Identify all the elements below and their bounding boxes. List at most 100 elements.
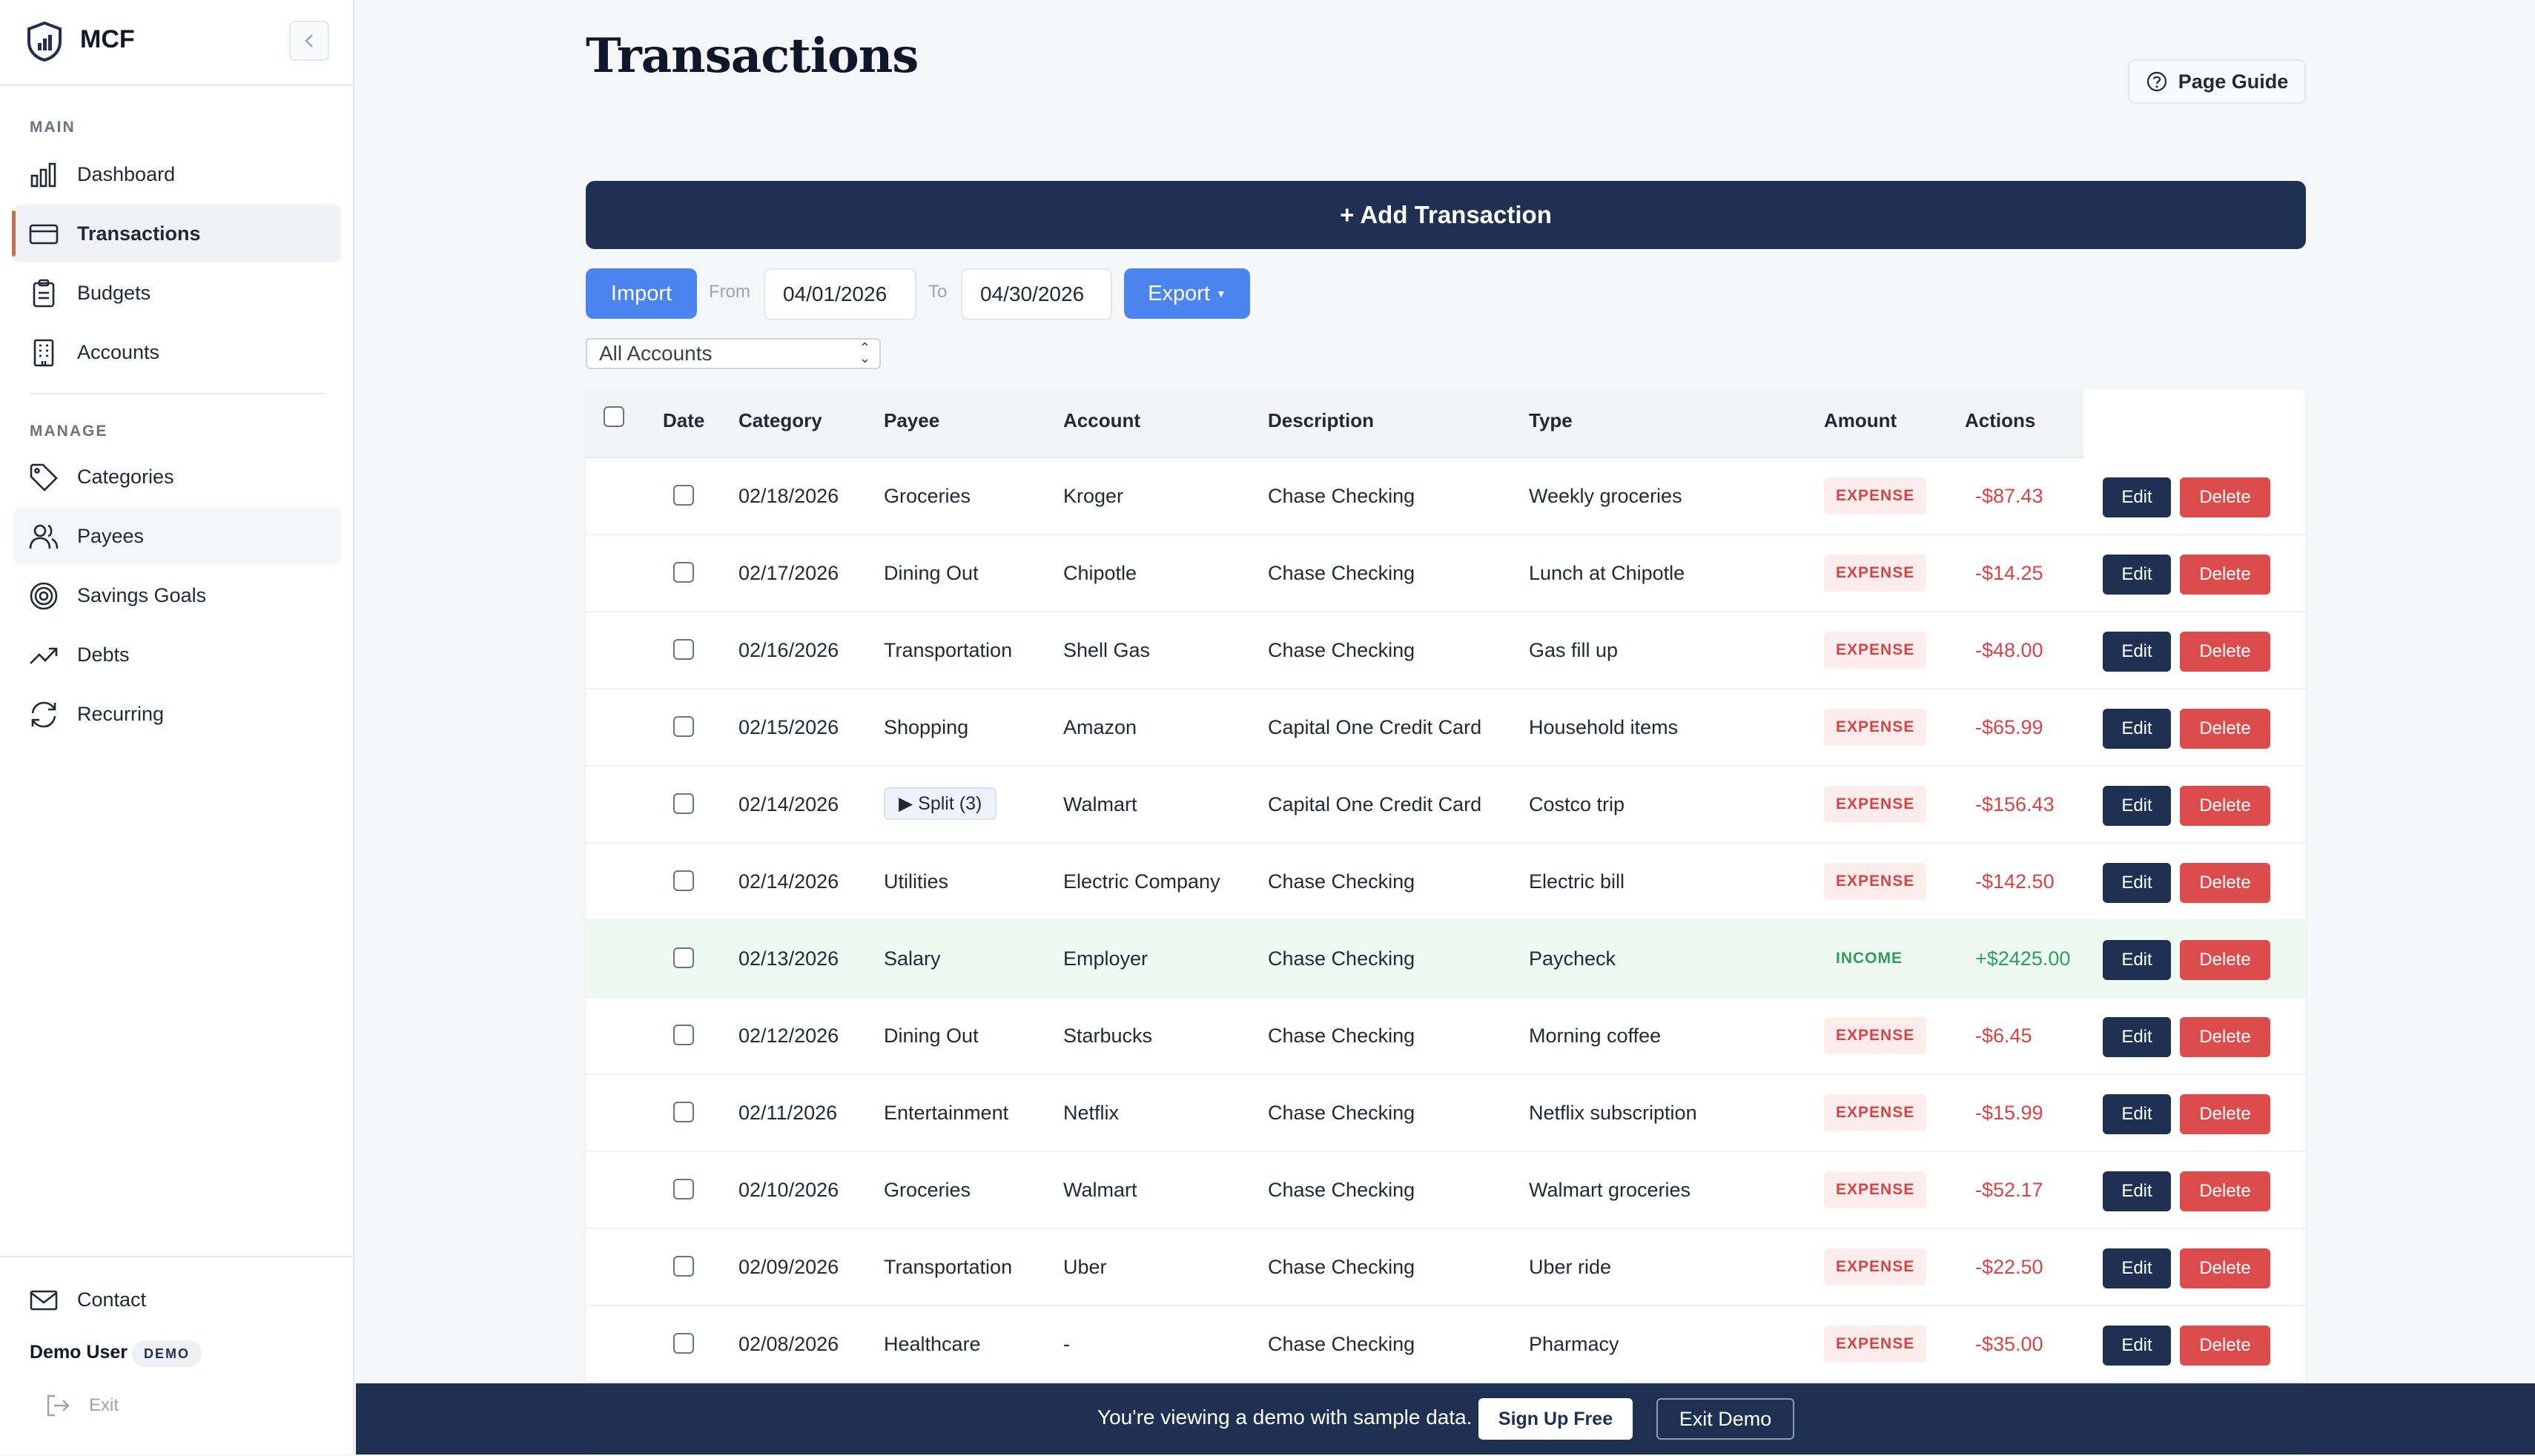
delete-button[interactable]: Delete — [2180, 1017, 2270, 1057]
table-row: 02/14/2026 Utilities Electric Company Chase… — [586, 844, 2306, 921]
row-checkbox[interactable] — [673, 1256, 694, 1277]
row-checkbox[interactable] — [673, 1025, 694, 1045]
from-date-input[interactable]: 04/01/2026 — [764, 268, 916, 320]
cell-date: 02/13/2026 — [738, 947, 839, 970]
cell-category: Healthcare — [884, 1333, 981, 1355]
exit-demo-button[interactable]: Exit Demo — [1656, 1398, 1794, 1440]
sidebar-item-transactions[interactable]: Transactions — [12, 205, 341, 262]
chevron-left-icon — [305, 34, 313, 47]
edit-button[interactable]: Edit — [2103, 786, 2171, 826]
page-guide-button[interactable]: Page Guide — [2128, 59, 2306, 104]
cell-category: Transportation — [884, 1256, 1013, 1278]
edit-button[interactable]: Edit — [2103, 555, 2171, 595]
edit-button[interactable]: Edit — [2103, 1017, 2171, 1057]
row-checkbox[interactable] — [673, 562, 694, 583]
delete-button[interactable]: Delete — [2180, 786, 2270, 826]
column-header-category[interactable]: Category — [738, 409, 822, 432]
demo-banner-text: You're viewing a demo with sample data. — [1097, 1406, 1473, 1429]
edit-button[interactable]: Edit — [2103, 1248, 2171, 1288]
cell-description: Netflix subscription — [1529, 1102, 1697, 1124]
sign-up-button[interactable]: Sign Up Free — [1478, 1398, 1633, 1440]
delete-button[interactable]: Delete — [2180, 1248, 2270, 1288]
column-header-payee[interactable]: Payee — [884, 409, 939, 432]
sidebar-item-accounts[interactable]: Accounts — [13, 323, 341, 381]
row-checkbox[interactable] — [673, 639, 694, 660]
row-checkbox[interactable] — [673, 485, 694, 506]
split-toggle[interactable]: ▶ Split (3) — [884, 787, 997, 820]
select-all-checkbox[interactable] — [604, 406, 624, 427]
sidebar: MCF MAIN Dashboard Transactions Budgets … — [0, 0, 354, 1455]
sidebar-item-label: Debts — [77, 643, 130, 666]
cell-payee: Kroger — [1063, 485, 1124, 507]
to-label: To — [928, 282, 948, 302]
delete-button[interactable]: Delete — [2180, 1171, 2270, 1211]
cell-date: 02/08/2026 — [738, 1333, 839, 1355]
row-checkbox[interactable] — [673, 947, 694, 968]
edit-button[interactable]: Edit — [2103, 1171, 2171, 1211]
row-checkbox[interactable] — [673, 716, 694, 737]
sidebar-item-contact[interactable]: Contact — [13, 1271, 341, 1328]
row-checkbox[interactable] — [673, 1333, 694, 1354]
delete-button[interactable]: Delete — [2180, 1326, 2270, 1366]
cell-category: Dining Out — [884, 562, 979, 584]
row-checkbox[interactable] — [673, 1179, 694, 1199]
sidebar-item-budgets[interactable]: Budgets — [13, 264, 341, 322]
from-label: From — [709, 282, 750, 302]
edit-button[interactable]: Edit — [2103, 1094, 2171, 1134]
column-header-date[interactable]: Date — [663, 409, 704, 432]
account-filter-select[interactable]: All Accounts ⌃ ⌄ — [586, 338, 881, 369]
column-header-account[interactable]: Account — [1063, 409, 1140, 432]
select-arrows-icon: ⌃ ⌄ — [859, 340, 870, 365]
delete-button[interactable]: Delete — [2180, 863, 2270, 903]
sidebar-item-payees[interactable]: Payees — [13, 507, 341, 565]
type-badge: EXPENSE — [1824, 555, 1927, 592]
edit-button[interactable]: Edit — [2103, 1326, 2171, 1366]
sidebar-item-label: Budgets — [77, 281, 151, 304]
table-row: 02/11/2026 Entertainment Netflix Chase Chec… — [586, 1075, 2306, 1152]
type-badge: EXPENSE — [1824, 1017, 1927, 1054]
cell-account: Chase Checking — [1268, 1179, 1415, 1201]
clipboard-icon — [33, 279, 55, 308]
cell-payee: Shell Gas — [1063, 639, 1151, 661]
edit-button[interactable]: Edit — [2103, 863, 2171, 903]
delete-button[interactable]: Delete — [2180, 632, 2270, 672]
sidebar-item-debts[interactable]: Debts — [13, 626, 341, 684]
delete-button[interactable]: Delete — [2180, 709, 2270, 749]
edit-button[interactable]: Edit — [2103, 709, 2171, 749]
cell-account: Chase Checking — [1268, 870, 1415, 893]
delete-button[interactable]: Delete — [2180, 477, 2270, 517]
sidebar-item-categories[interactable]: Categories — [13, 448, 341, 506]
edit-button[interactable]: Edit — [2103, 940, 2171, 980]
sidebar-item-dashboard[interactable]: Dashboard — [13, 145, 341, 203]
cell-description: Lunch at Chipotle — [1529, 562, 1685, 584]
cell-amount: -$65.99 — [1975, 716, 2043, 738]
delete-button[interactable]: Delete — [2180, 940, 2270, 980]
delete-button[interactable]: Delete — [2180, 555, 2270, 595]
table-row: 02/14/2026 ▶ Split (3) Walmart Capital One … — [586, 767, 2306, 844]
type-badge: EXPENSE — [1824, 786, 1927, 823]
cell-amount: -$52.17 — [1975, 1179, 2043, 1201]
edit-button[interactable]: Edit — [2103, 632, 2171, 672]
row-checkbox[interactable] — [673, 793, 694, 814]
cell-date: 02/16/2026 — [738, 639, 839, 661]
column-header-description[interactable]: Description — [1268, 409, 1374, 432]
delete-button[interactable]: Delete — [2180, 1094, 2270, 1134]
export-button[interactable]: Export ▼ — [1124, 268, 1250, 319]
to-date-input[interactable]: 04/30/2026 — [961, 268, 1112, 320]
column-header-type[interactable]: Type — [1529, 409, 1573, 432]
add-transaction-button[interactable]: + Add Transaction — [586, 181, 2306, 249]
sidebar-item-label: Payees — [77, 524, 145, 547]
collapse-sidebar-button[interactable] — [289, 21, 329, 61]
sidebar-item-savings-goals[interactable]: Savings Goals — [13, 566, 341, 624]
table-row: 02/09/2026 Transportation Uber Chase Checki… — [586, 1229, 2306, 1306]
sidebar-item-label: Savings Goals — [77, 583, 207, 606]
row-checkbox[interactable] — [673, 870, 694, 891]
mail-icon — [30, 1290, 58, 1311]
cell-description: Uber ride — [1529, 1256, 1612, 1278]
column-header-amount[interactable]: Amount — [1824, 409, 1897, 432]
edit-button[interactable]: Edit — [2103, 477, 2171, 517]
row-checkbox[interactable] — [673, 1102, 694, 1122]
exit-button[interactable]: Exit — [44, 1388, 119, 1423]
import-button[interactable]: Import — [586, 268, 697, 319]
sidebar-item-recurring[interactable]: Recurring — [13, 685, 341, 743]
